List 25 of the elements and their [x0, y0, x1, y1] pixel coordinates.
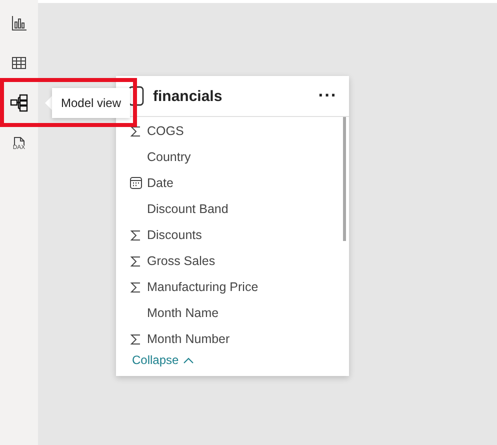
field-name[interactable]: COGS	[147, 124, 184, 138]
more-options-button[interactable]: ···	[318, 88, 337, 104]
collapse-link[interactable]: Collapse	[116, 353, 194, 376]
calendar-icon	[130, 177, 142, 189]
scrollbar[interactable]	[343, 117, 346, 241]
field-name[interactable]: Discount Band	[147, 202, 228, 216]
tooltip: Model view	[52, 88, 130, 118]
report-icon	[11, 15, 27, 31]
field-name[interactable]: Month Number	[147, 332, 230, 346]
table-icon	[11, 55, 27, 71]
field-name[interactable]: Country	[147, 150, 191, 164]
sigma-icon	[130, 126, 141, 136]
field-name[interactable]: Manufacturing Price	[147, 280, 258, 294]
field-name[interactable]: Gross Sales	[147, 254, 216, 268]
model-icon	[10, 94, 28, 112]
field-name[interactable]: Date	[147, 176, 174, 190]
sigma-icon	[130, 334, 141, 344]
field-name[interactable]: Discounts	[147, 228, 202, 242]
sigma-icon	[130, 282, 141, 292]
chevron-up-icon	[182, 356, 194, 364]
sigma-icon	[130, 256, 141, 266]
table-icon	[128, 86, 144, 106]
table-title: financials	[153, 88, 224, 104]
sigma-icon	[130, 230, 141, 240]
field-name[interactable]: Month Name	[147, 306, 219, 320]
